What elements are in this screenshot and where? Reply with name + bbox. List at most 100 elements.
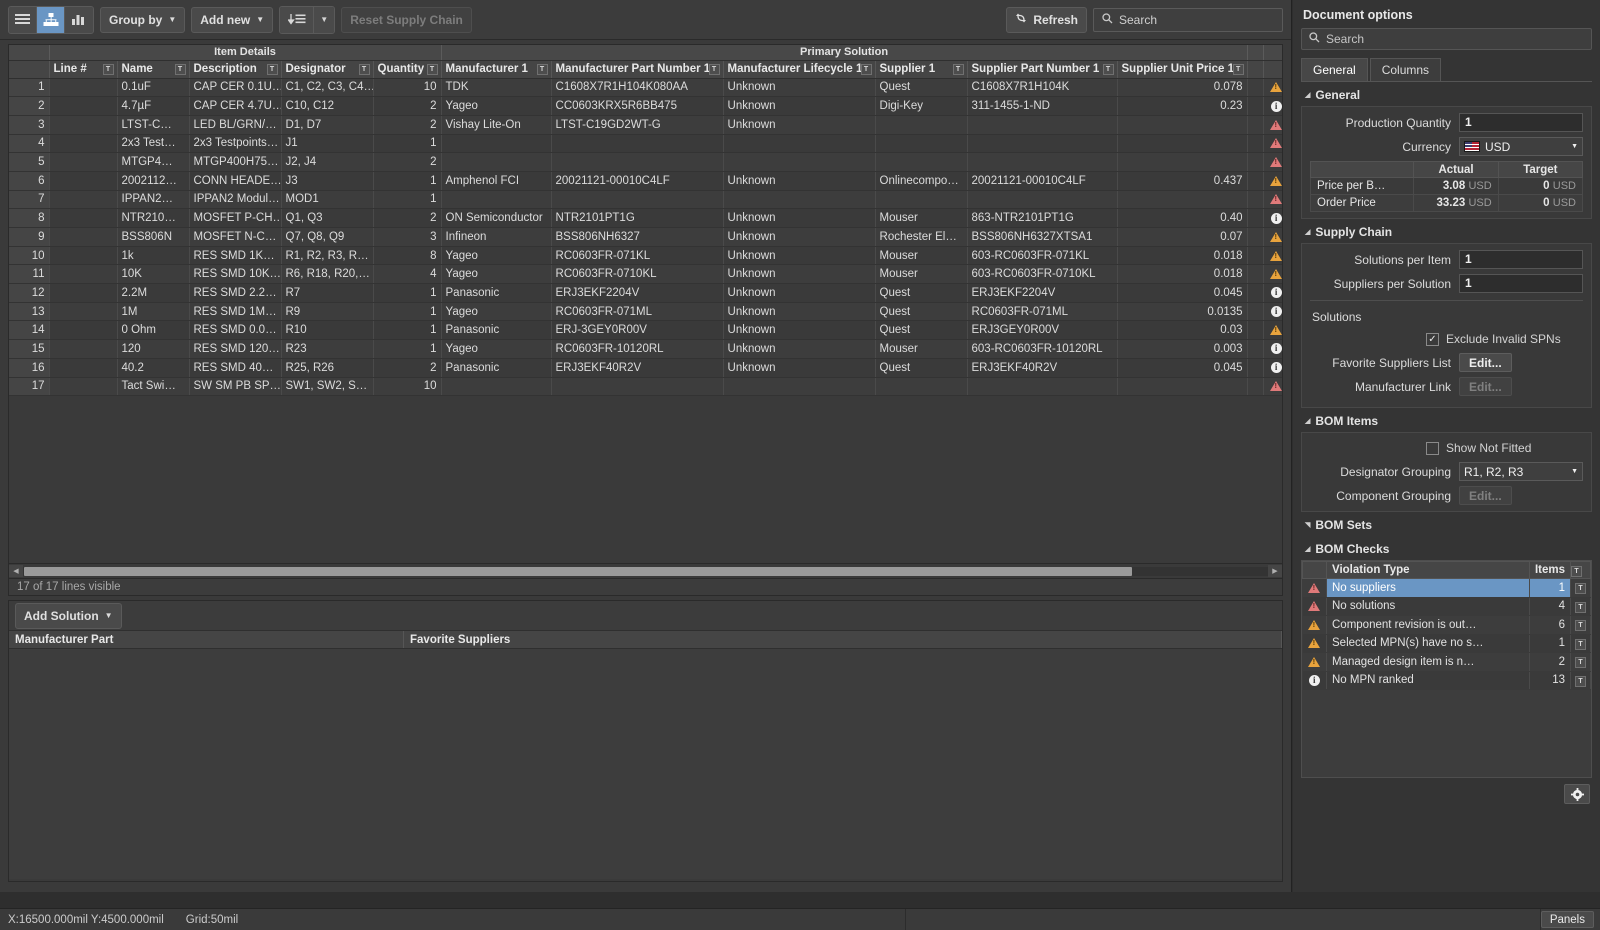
cell-name[interactable]: BSS806N xyxy=(117,227,190,247)
col-mpn[interactable]: Manufacturer Part Number 1T xyxy=(551,60,724,79)
cell-line[interactable] xyxy=(49,171,118,191)
cell-lifecycle[interactable]: Unknown xyxy=(723,78,876,98)
filter-icon[interactable]: T xyxy=(1575,657,1586,669)
list-item[interactable]: Component revision is out…6T xyxy=(1302,615,1591,635)
cell-supplier[interactable]: Onlinecompo… xyxy=(875,171,968,191)
cell-name[interactable]: 40.2 xyxy=(117,358,190,378)
cell-manufacturer[interactable] xyxy=(441,190,552,210)
cell-spn[interactable] xyxy=(967,134,1118,154)
filter-icon[interactable]: T xyxy=(1575,620,1586,632)
table-row[interactable]: 15 120 RES SMD 120… R23 1 Yageo RC0603FR-10120… xyxy=(9,339,1282,359)
filter-icon[interactable]: T xyxy=(1575,601,1586,613)
cell-quantity[interactable]: 2 xyxy=(373,208,442,228)
add-solution-button[interactable]: Add Solution ▼ xyxy=(15,602,122,629)
cell-mpn[interactable]: BSS806NH6327 xyxy=(551,227,724,247)
cell-mpn[interactable]: ERJ3EKF40R2V xyxy=(551,358,724,378)
cell-line[interactable] xyxy=(49,246,118,266)
cell-description[interactable]: 2x3 Testpoints… xyxy=(189,134,282,154)
violation-type-label[interactable]: Component revision is out… xyxy=(1326,615,1530,635)
cell-price[interactable] xyxy=(1117,134,1248,154)
cell-manufacturer[interactable]: TDK xyxy=(441,78,552,98)
cell-rownum[interactable]: 15 xyxy=(9,339,50,359)
cell-supplier[interactable]: Quest xyxy=(875,358,968,378)
cell-designator[interactable]: R9 xyxy=(281,302,374,322)
cell-mpn[interactable]: 20021121-00010C4LF xyxy=(551,171,724,191)
cell-lifecycle[interactable] xyxy=(723,377,876,397)
scroll-right-icon[interactable]: ▶ xyxy=(1268,565,1282,577)
cell-designator[interactable]: R7 xyxy=(281,283,374,303)
filter-icon[interactable]: T xyxy=(1575,638,1586,650)
cell-rownum[interactable]: 1 xyxy=(9,78,50,98)
list-item[interactable]: i No MPN ranked 13 T xyxy=(1302,671,1591,690)
cell-status[interactable] xyxy=(1263,78,1282,98)
violation-items-count[interactable]: 2 xyxy=(1529,652,1572,672)
cell-quantity[interactable]: 1 xyxy=(373,302,442,322)
cell-manufacturer[interactable]: Yageo xyxy=(441,96,552,116)
cell-supplier[interactable] xyxy=(875,134,968,154)
cell-name[interactable]: 2x3 Test… xyxy=(117,134,190,154)
cell-manufacturer[interactable] xyxy=(441,152,552,172)
table-row[interactable]: 9 BSS806N MOSFET N-C… Q7, Q8, Q9 3 Infineon BS… xyxy=(9,227,1282,247)
cell-description[interactable]: LED BL/GRN/… xyxy=(189,115,282,135)
cell-name[interactable]: IPPAN2… xyxy=(117,190,190,210)
cell-mpn[interactable] xyxy=(551,190,724,210)
cell-description[interactable]: SW SM PB SP… xyxy=(189,377,282,397)
cell-description[interactable]: RES SMD 1M… xyxy=(189,302,282,322)
col-manufacturer[interactable]: Manufacturer 1 T xyxy=(441,60,552,79)
cell-supplier[interactable]: Quest xyxy=(875,320,968,341)
filter-icon[interactable]: T xyxy=(860,63,872,75)
cell-rownum[interactable]: 3 xyxy=(9,115,50,135)
cell-manufacturer[interactable] xyxy=(441,134,552,154)
add-new-button[interactable]: Add new ▼ xyxy=(191,6,274,33)
sol-col-favorite-suppliers[interactable]: Favorite Suppliers xyxy=(404,631,1282,648)
col-line[interactable]: Line # T xyxy=(49,60,118,79)
filter-icon[interactable]: T xyxy=(536,63,548,75)
cell-rownum[interactable]: 6 xyxy=(9,171,50,191)
cell-mpn[interactable]: RC0603FR-10120RL xyxy=(551,339,724,359)
cell-description[interactable]: CONN HEADE… xyxy=(189,171,282,191)
cell-price[interactable]: 0.003 xyxy=(1117,339,1248,359)
list-item[interactable]: Selected MPN(s) have no s…1T xyxy=(1302,634,1591,653)
group-by-button[interactable]: Group by ▼ xyxy=(100,6,186,33)
cell-supplier[interactable] xyxy=(875,190,968,210)
filter-icon[interactable]: T xyxy=(1575,583,1586,595)
filter-icon[interactable]: T xyxy=(1102,63,1114,75)
cell-mpn[interactable]: RC0603FR-071ML xyxy=(551,302,724,322)
cell-lifecycle[interactable]: Unknown xyxy=(723,227,876,247)
cell-line[interactable] xyxy=(49,264,118,285)
cell-price[interactable] xyxy=(1117,377,1248,397)
cell-status[interactable] xyxy=(1263,264,1282,285)
list-view-icon[interactable] xyxy=(9,6,37,33)
scroll-left-icon[interactable]: ◀ xyxy=(9,565,23,577)
warning-orange-icon[interactable] xyxy=(1270,231,1282,242)
cell-line[interactable] xyxy=(49,227,118,247)
table-row[interactable]: 4 2x3 Test… 2x3 Testpoints… J1 1 xyxy=(9,134,1282,154)
cell-manufacturer[interactable]: Yageo xyxy=(441,339,552,359)
cell-mpn[interactable]: C1608X7R1H104K080AA xyxy=(551,78,724,98)
violation-items-count[interactable]: 6 xyxy=(1529,615,1572,635)
cell-status[interactable] xyxy=(1263,377,1282,397)
cell-designator[interactable]: R6, R18, R20,… xyxy=(281,264,374,285)
cell-price[interactable]: 0.018 xyxy=(1117,264,1248,285)
bar-chart-icon[interactable] xyxy=(65,6,93,33)
cell-status[interactable] xyxy=(1263,320,1282,341)
cell-status[interactable]: i xyxy=(1263,283,1282,303)
table-row[interactable]: 8 NTR210… MOSFET P-CH… Q1, Q3 2 ON Semiconduc… xyxy=(9,208,1282,228)
info-icon[interactable]: i xyxy=(1270,212,1282,224)
bom-checks-list[interactable]: Violation Type Items T No suppliers1TNo … xyxy=(1301,560,1592,778)
col-price[interactable]: Supplier Unit Price 1T xyxy=(1117,60,1248,79)
cell-supplier[interactable]: Quest xyxy=(875,302,968,322)
sort-options-chevron-icon[interactable]: ▼ xyxy=(314,6,335,33)
cell-manufacturer[interactable]: Panasonic xyxy=(441,320,552,341)
table-row[interactable]: 16 40.2 RES SMD 40… R25, R26 2 Panasonic ERJ3E… xyxy=(9,358,1282,378)
cell-supplier[interactable]: Mouser xyxy=(875,339,968,359)
cell-supplier[interactable]: Digi-Key xyxy=(875,96,968,116)
cell-lifecycle[interactable]: Unknown xyxy=(723,283,876,303)
cell-status[interactable]: i xyxy=(1263,208,1282,228)
violation-type-label[interactable]: No suppliers xyxy=(1326,578,1530,598)
cell-spn[interactable]: BSS806NH6327XTSA1 xyxy=(967,227,1118,247)
cell-quantity[interactable]: 2 xyxy=(373,115,442,135)
violation-filter-cell[interactable]: T xyxy=(1570,652,1591,672)
cell-description[interactable]: RES SMD 10K… xyxy=(189,264,282,285)
cell-mpn[interactable] xyxy=(551,134,724,154)
